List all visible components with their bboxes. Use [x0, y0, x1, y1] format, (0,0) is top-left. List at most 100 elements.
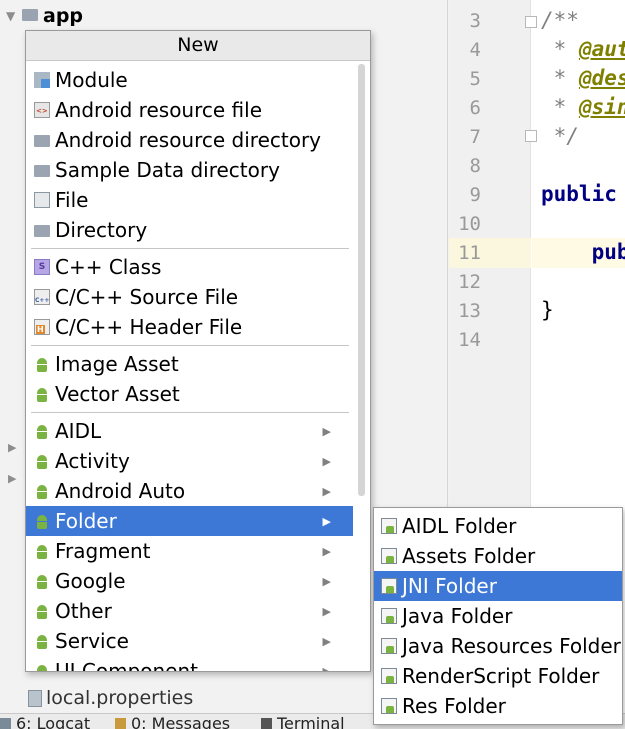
file-icon [34, 192, 50, 208]
menu-item-module[interactable]: Module [26, 65, 353, 95]
menu-item-activity[interactable]: Activity ▶ [26, 446, 353, 476]
line-number: 10 [458, 213, 481, 235]
menu-item-directory[interactable]: Directory [26, 215, 353, 245]
menu-item-jni-folder[interactable]: JNI Folder [374, 571, 622, 601]
collapse-arrow-icon[interactable]: ▶ [8, 441, 16, 454]
menu-item-label: Android Auto [55, 479, 186, 503]
scrollbar-thumb[interactable] [358, 64, 365, 496]
menu-item-java-folder[interactable]: Java Folder [374, 601, 622, 631]
line-number: 11 [458, 242, 481, 264]
collapse-arrow-icon[interactable]: ▶ [8, 472, 16, 485]
code-line: /** [541, 8, 579, 32]
line-number: 6 [469, 97, 481, 119]
android-icon [34, 453, 50, 469]
menu-item-android-auto[interactable]: Android Auto ▶ [26, 476, 353, 506]
expand-arrow-icon[interactable]: ▼ [6, 9, 22, 23]
properties-file-icon [28, 689, 42, 707]
fold-marker-icon[interactable] [525, 130, 537, 142]
menu-item-image-asset[interactable]: Image Asset [26, 349, 353, 379]
terminal-tab[interactable]: Terminal [261, 714, 345, 729]
code-line: } [541, 298, 554, 322]
menu-item-cpp-source-file[interactable]: C/C++ Source File [26, 282, 353, 312]
terminal-icon [261, 718, 272, 729]
comment-text: * [541, 95, 579, 119]
line-number: 5 [469, 68, 481, 90]
comment-text: * [541, 66, 579, 90]
menu-item-cpp-class[interactable]: S C++ Class [26, 252, 353, 282]
menu-item-google[interactable]: Google ▶ [26, 566, 353, 596]
menu-item-android-resource-file[interactable]: Android resource file [26, 95, 353, 125]
menu-item-label: Activity [55, 449, 130, 473]
android-icon [34, 483, 50, 499]
menu-item-label: RenderScript Folder [402, 664, 600, 688]
menu-item-other[interactable]: Other ▶ [26, 596, 353, 626]
android-folder-icon [381, 638, 397, 654]
menu-item-label: File [55, 188, 89, 212]
menu-item-java-resources-folder[interactable]: Java Resources Folder [374, 631, 622, 661]
menu-item-renderscript-folder[interactable]: RenderScript Folder [374, 661, 622, 691]
messages-icon [115, 718, 126, 729]
menu-item-label: AIDL [55, 419, 102, 443]
menu-item-folder[interactable]: Folder ▶ [26, 506, 353, 536]
menu-item-label: Other [55, 599, 112, 623]
menu-title: New [26, 31, 370, 61]
cpp-header-icon [34, 319, 50, 335]
menu-item-fragment[interactable]: Fragment ▶ [26, 536, 353, 566]
submenu-arrow-icon: ▶ [322, 574, 331, 588]
menu-item-file[interactable]: File [26, 185, 353, 215]
menu-item-ui-component[interactable]: UI Component ▶ [26, 656, 353, 671]
android-icon [34, 386, 50, 402]
menu-item-label: Fragment [55, 539, 151, 563]
tree-item-local-properties[interactable]: local.properties [28, 684, 193, 712]
code-line: public [541, 182, 617, 206]
android-folder-icon [381, 608, 397, 624]
menu-item-label: C/C++ Source File [55, 285, 239, 309]
line-number: 3 [469, 10, 481, 32]
menu-item-service[interactable]: Service ▶ [26, 626, 353, 656]
menu-scrollbar[interactable] [355, 62, 368, 522]
messages-tab[interactable]: 0: Messages [115, 714, 230, 729]
logcat-label: 6: Logcat [16, 714, 91, 729]
submenu-arrow-icon: ▶ [322, 454, 331, 468]
menu-item-label: Assets Folder [402, 544, 536, 568]
new-menu: New Module Android resource file Android… [25, 30, 371, 672]
terminal-label: Terminal [277, 714, 345, 729]
menu-item-assets-folder[interactable]: Assets Folder [374, 541, 622, 571]
menu-item-res-folder[interactable]: Res Folder [374, 691, 622, 721]
logcat-icon [0, 718, 11, 729]
submenu-arrow-icon: ▶ [322, 604, 331, 618]
menu-item-cpp-header-file[interactable]: C/C++ Header File [26, 312, 353, 342]
folder-submenu: AIDL Folder Assets Folder JNI Folder Jav… [373, 507, 623, 725]
menu-item-label: Directory [55, 218, 148, 242]
android-icon [34, 663, 50, 671]
android-folder-icon [381, 698, 397, 714]
line-number: 13 [458, 300, 481, 322]
code-line: * @sin [541, 95, 625, 119]
android-folder-icon [381, 548, 397, 564]
menu-item-aidl-folder[interactable]: AIDL Folder [374, 511, 622, 541]
menu-item-vector-asset[interactable]: Vector Asset [26, 379, 353, 409]
android-folder-icon [381, 668, 397, 684]
menu-separator [31, 412, 349, 413]
tree-item-app[interactable]: ▼ app [6, 2, 83, 30]
android-icon [34, 573, 50, 589]
doc-tag: @aut [578, 37, 625, 61]
module-icon [34, 72, 50, 88]
doc-tag: @sin [578, 95, 625, 119]
menu-item-label: Google [55, 569, 126, 593]
menu-item-label: Java Folder [402, 604, 513, 628]
line-number: 9 [469, 184, 481, 206]
menu-item-aidl[interactable]: AIDL ▶ [26, 416, 353, 446]
cpp-class-icon: S [34, 259, 50, 275]
fold-marker-icon[interactable] [525, 16, 537, 28]
menu-item-android-resource-directory[interactable]: Android resource directory [26, 125, 353, 155]
logcat-tab[interactable]: 6: Logcat [0, 714, 90, 729]
menu-item-label: Folder [55, 509, 117, 533]
tree-item-label: local.properties [46, 687, 194, 709]
line-number: 8 [469, 155, 481, 177]
menu-item-sample-data-directory[interactable]: Sample Data directory [26, 155, 353, 185]
line-number: 14 [458, 329, 481, 351]
menu-item-label: Res Folder [402, 694, 506, 718]
menu-item-label: Java Resources Folder [402, 634, 621, 658]
menu-item-label: Android resource file [55, 98, 263, 122]
